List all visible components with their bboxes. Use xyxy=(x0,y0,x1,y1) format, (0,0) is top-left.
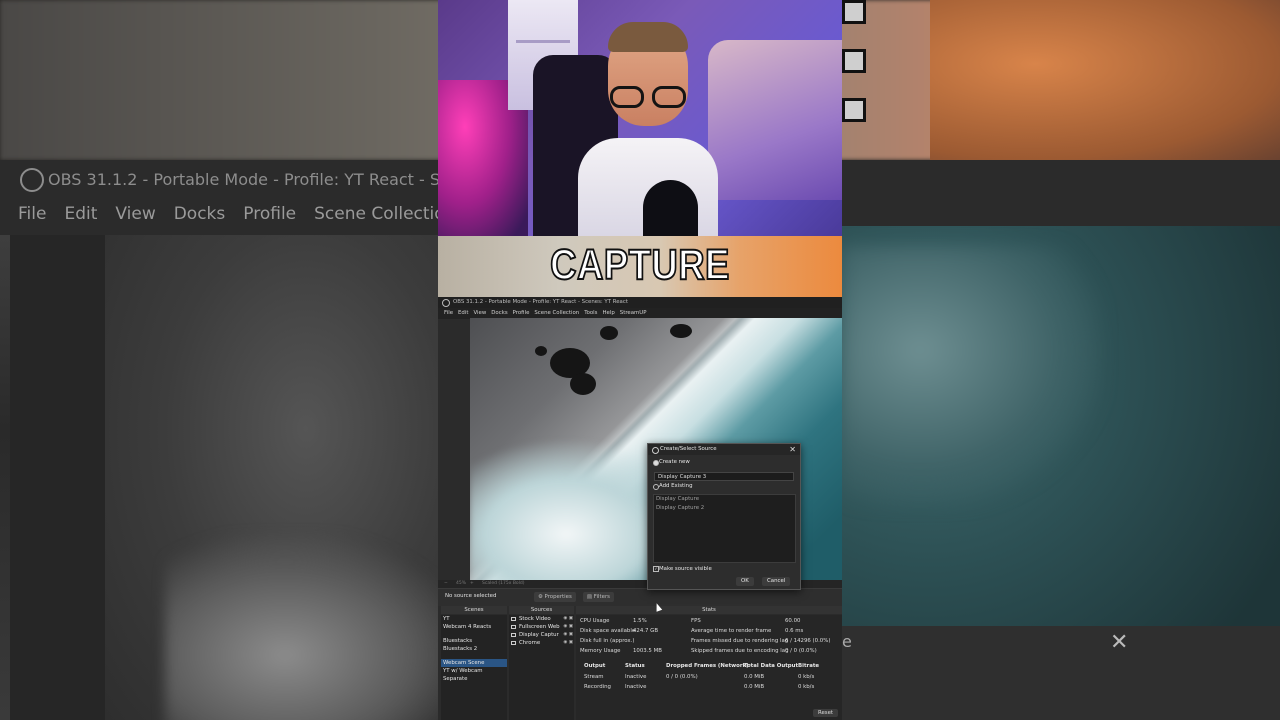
stat-label: Memory Usage xyxy=(580,648,621,654)
obs-title-bar: OBS 31.1.2 - Portable Mode - Profile: YT… xyxy=(438,297,842,308)
stat-label: CPU Usage xyxy=(580,618,610,624)
stat-value: 1.5% xyxy=(633,618,647,624)
bg-menu-item: Edit xyxy=(64,204,98,224)
scene-item[interactable]: Webcam 4 Reacts xyxy=(441,623,507,631)
sources-dock-title: Sources xyxy=(509,606,574,614)
stat-label: Skipped frames due to encoding lag xyxy=(691,648,789,654)
existing-source-item[interactable]: Display Capture xyxy=(654,495,795,504)
existing-source-item[interactable]: Display Capture 2 xyxy=(654,504,795,513)
bg-close-icon: ✕ xyxy=(1110,630,1129,655)
menu-edit[interactable]: Edit xyxy=(458,308,468,319)
create-new-radio[interactable]: Create new xyxy=(653,459,690,466)
scene-item[interactable]: Bluestacks xyxy=(441,637,507,645)
properties-button[interactable]: ⚙ Properties xyxy=(534,592,576,602)
stats-dock-title: Stats xyxy=(576,606,842,614)
scene-item[interactable]: Bluestacks 2 xyxy=(441,645,507,653)
source-name-input[interactable]: Display Capture 3 xyxy=(654,472,794,481)
stat-value: 0.6 ms xyxy=(785,628,804,634)
bg-menu-item: Docks xyxy=(173,204,226,224)
table-header: Bitrate xyxy=(798,663,820,669)
bg-squares xyxy=(842,0,866,130)
bg-menu-item: File xyxy=(18,204,47,224)
source-toolbar: No source selected ⚙ Properties ▤ Filter… xyxy=(438,588,842,607)
caption-banner: CAPTURE xyxy=(438,236,842,297)
sources-list: Stock Video Fullscreen Web Display Captu… xyxy=(509,615,574,720)
zoom-minus-icon[interactable]: − xyxy=(444,580,448,588)
stat-value: 0 / 0 (0.0%) xyxy=(785,648,817,654)
dialog-title-bar: Create/Select Source ✕ xyxy=(648,444,800,455)
table-cell: 0 / 0 (0.0%) xyxy=(666,674,698,680)
stat-label: Disk space available xyxy=(580,628,636,634)
zoom-plus-icon[interactable]: + xyxy=(470,580,474,588)
bg-dialog xyxy=(842,626,1280,720)
dialog-title: Create/Select Source xyxy=(660,446,717,452)
stat-label: Disk full in (approx.) xyxy=(580,638,635,644)
close-icon[interactable]: ✕ xyxy=(789,444,796,455)
stats-panel: CPU Usage 1.5% Disk space available 424.… xyxy=(576,615,842,720)
sofa xyxy=(708,40,842,200)
webcam-feed xyxy=(438,0,842,236)
table-cell: 0 kb/s xyxy=(798,674,815,680)
existing-sources-list: Display Capture Display Capture 2 xyxy=(653,494,796,563)
scale-select[interactable]: Scaled (175x Bold) xyxy=(482,580,525,588)
source-item[interactable]: Display Captur xyxy=(509,631,574,639)
table-header: Status xyxy=(625,663,645,669)
stat-label: FPS xyxy=(691,618,701,624)
bg-menu-item: View xyxy=(115,204,156,224)
bg-left-panel xyxy=(10,235,105,720)
table-cell: Inactive xyxy=(625,684,647,690)
bg-menu: File Edit View Docks Profile Scene Colle… xyxy=(18,204,455,224)
zoom-level: 45% xyxy=(456,581,467,586)
filters-button[interactable]: ▤ Filters xyxy=(583,592,614,602)
stat-value: 1003.5 MB xyxy=(633,648,662,654)
ok-button[interactable]: OK xyxy=(736,577,754,586)
scenes-list: YT Webcam 4 Reacts Bluestacks Bluestacks… xyxy=(441,615,507,720)
table-cell: Inactive xyxy=(625,674,647,680)
create-select-source-dialog: Create/Select Source ✕ Create new Displa… xyxy=(647,443,801,590)
source-item[interactable]: Stock Video xyxy=(509,615,574,623)
no-source-label: No source selected xyxy=(445,593,497,599)
bg-window-title: OBS 31.1.2 - Portable Mode - Profile: YT… xyxy=(48,170,479,189)
microphone xyxy=(643,180,698,236)
stat-label: Average time to render frame xyxy=(691,628,772,634)
docks-area: Scenes Sources Stats YT Webcam 4 Reacts … xyxy=(438,606,842,720)
bg-orange-area xyxy=(930,0,1280,160)
bg-obs-logo-icon xyxy=(20,168,44,192)
cancel-button[interactable]: Cancel xyxy=(762,577,791,586)
stat-value: 60.00 xyxy=(785,618,801,624)
center-column: CAPTURE OBS 31.1.2 - Portable Mode - Pro… xyxy=(438,0,842,720)
source-item[interactable]: Fullscreen Web xyxy=(509,623,574,631)
table-header: Total Data Output xyxy=(744,663,799,669)
table-cell: 0 kb/s xyxy=(798,684,815,690)
menu-file[interactable]: File xyxy=(444,308,453,319)
bg-sea-left xyxy=(105,235,465,720)
caption-text: CAPTURE xyxy=(549,240,730,290)
table-header: Output xyxy=(584,663,606,669)
scene-item[interactable]: YT w/ Webcam Separate xyxy=(441,667,507,682)
table-cell: Recording xyxy=(584,684,611,690)
stat-value: 6 / 14296 (0.0%) xyxy=(785,638,831,644)
table-cell: 0.0 MiB xyxy=(744,674,765,680)
bg-menu-item: Profile xyxy=(243,204,297,224)
scene-item[interactable]: YT xyxy=(441,615,507,623)
reset-button[interactable]: Reset xyxy=(812,709,838,717)
scenes-dock-title: Scenes xyxy=(441,606,507,614)
table-header: Dropped Frames (Network) xyxy=(666,663,749,669)
bg-dialog-text: e xyxy=(842,632,852,651)
obs-window-title: OBS 31.1.2 - Portable Mode - Profile: YT… xyxy=(453,299,628,305)
obs-window: OBS 31.1.2 - Portable Mode - Profile: YT… xyxy=(438,297,842,720)
bg-menu-item: Scene Collection xyxy=(314,204,456,224)
scene-item-selected[interactable]: Webcam Scene xyxy=(441,659,507,667)
make-visible-checkbox[interactable]: Make source visible xyxy=(653,566,712,572)
obs-logo-icon xyxy=(442,299,450,307)
source-item[interactable]: Chrome xyxy=(509,639,574,647)
table-cell: 0.0 MiB xyxy=(744,684,765,690)
add-existing-radio[interactable]: Add Existing xyxy=(653,483,693,490)
table-cell: Stream xyxy=(584,674,604,680)
stat-value: 424.7 GB xyxy=(633,628,659,634)
stat-label: Frames missed due to rendering lag xyxy=(691,638,789,644)
